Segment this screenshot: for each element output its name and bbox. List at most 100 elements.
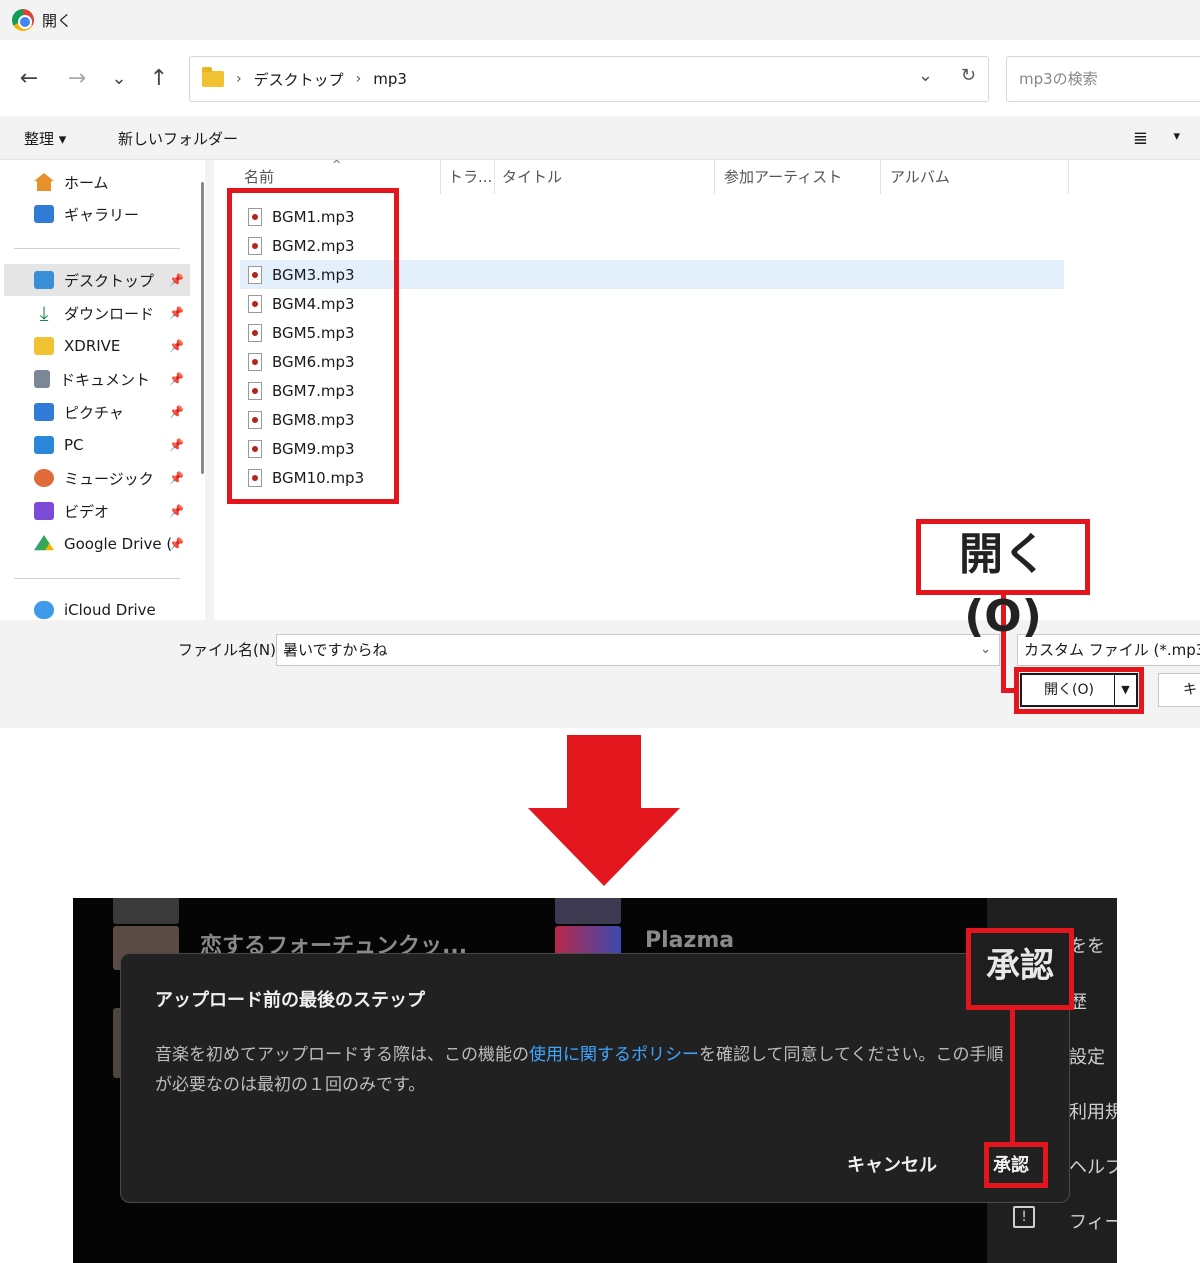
sidebar-item-label: Google Drive (	[64, 535, 173, 553]
sidebar-item-pc[interactable]: PC 📌	[0, 429, 190, 461]
sidebar-divider	[14, 248, 180, 249]
sidebar-item-label: デスクトップ	[64, 271, 155, 290]
pin-icon[interactable]: 📌	[169, 537, 184, 551]
dialog-title: アップロード前の最後のステップ	[155, 990, 425, 1011]
search-input[interactable]: mp3の検索	[1006, 56, 1200, 102]
folder-icon	[202, 67, 224, 87]
callout-connector-line	[1010, 1010, 1015, 1144]
screenshot-root: 開く ← → ⌄ ↑ › デスクトップ › mp3 ⌄ ↻ mp3の検索 整理 …	[0, 0, 1200, 1263]
sidebar-item-label: ミュージック	[64, 469, 154, 488]
sidebar-item-label: ドキュメント	[60, 370, 151, 389]
filename-label: ファイル名(N):	[178, 641, 281, 659]
file-type-select[interactable]: カスタム ファイル (*.mp3;*.m	[1017, 634, 1200, 666]
sidebar-item-label: ホーム	[64, 173, 109, 192]
download-icon: ⤓	[39, 301, 49, 325]
sidebar-item-home[interactable]: ホーム	[0, 166, 190, 198]
up-arrow-icon[interactable]: ↑	[144, 64, 174, 94]
sidebar-item-google-drive[interactable]: Google Drive ( 📌	[0, 528, 190, 560]
sidebar-item-gallery[interactable]: ギャラリー	[0, 198, 190, 230]
column-divider	[1068, 160, 1069, 194]
menu-item-feedback[interactable]: フィー	[1069, 1208, 1117, 1234]
view-list-icon[interactable]: ≣	[1133, 128, 1148, 149]
menu-item[interactable]: をを	[1069, 932, 1105, 958]
recent-locations-chevron-icon[interactable]: ⌄	[104, 64, 134, 94]
down-arrow-icon	[567, 735, 641, 810]
sidebar-item-music[interactable]: ミュージック 📌	[0, 462, 190, 494]
pin-icon[interactable]: 📌	[169, 471, 184, 485]
pin-icon[interactable]: 📌	[169, 306, 184, 320]
dialog-body-text: 音楽を初めてアップロードする際は、この機能の	[155, 1045, 529, 1065]
breadcrumb-separator-icon: ›	[236, 71, 242, 87]
sidebar-item-label: ビデオ	[64, 502, 110, 521]
google-drive-icon	[34, 535, 54, 551]
sidebar-item-downloads[interactable]: ⤓ ダウンロード 📌	[0, 297, 190, 329]
organize-button[interactable]: 整理 ▾	[24, 128, 66, 149]
sidebar-item-label: iCloud Drive	[64, 601, 156, 619]
navigation-pane: ホーム ギャラリー デスクトップ 📌 ⤓ ダウンロード 📌 XDRIVE 📌 ド…	[0, 160, 205, 620]
back-arrow-icon[interactable]: ←	[14, 64, 44, 94]
pictures-icon	[34, 403, 54, 421]
gallery-icon	[34, 205, 54, 223]
menu-item-settings[interactable]: 設定	[1069, 1043, 1105, 1069]
file-list-highlight-box	[227, 188, 399, 504]
menu-item-terms[interactable]: 利用規	[1069, 1098, 1117, 1124]
sidebar-item-label: ピクチャ	[64, 403, 124, 422]
sidebar-item-xdrive[interactable]: XDRIVE 📌	[0, 330, 190, 362]
pin-icon[interactable]: 📌	[169, 273, 184, 287]
breadcrumb-mp3[interactable]: mp3	[373, 70, 407, 88]
document-icon	[34, 370, 50, 388]
column-header-title[interactable]: タイトル	[502, 166, 562, 187]
sidebar-item-pictures[interactable]: ピクチャ 📌	[0, 396, 190, 428]
open-callout-label: 開く(O)	[921, 524, 1085, 642]
window-title: 開く	[42, 11, 73, 30]
background-track-title[interactable]: Plazma	[645, 928, 734, 953]
pin-icon[interactable]: 📌	[169, 504, 184, 518]
cancel-button[interactable]: キャンセル	[847, 1151, 937, 1177]
album-thumbnail[interactable]	[113, 898, 179, 924]
sidebar-item-label: PC	[64, 436, 84, 454]
sidebar-item-documents[interactable]: ドキュメント 📌	[0, 363, 190, 395]
column-divider	[440, 160, 441, 194]
cancel-button[interactable]: キ	[1158, 673, 1200, 707]
forward-arrow-icon[interactable]: →	[62, 64, 92, 94]
dialog-body: 音楽を初めてアップロードする際は、この機能の使用に関するポリシーを確認して同意し…	[155, 1040, 1005, 1100]
open-button-highlight-box	[1014, 667, 1144, 714]
video-icon	[34, 502, 54, 520]
breadcrumb-desktop[interactable]: デスクトップ	[254, 69, 344, 90]
menu-item-help[interactable]: ヘルプ	[1069, 1153, 1117, 1179]
sidebar-scrollbar[interactable]	[201, 182, 204, 474]
column-header-track[interactable]: トラ...	[448, 166, 492, 187]
pin-icon[interactable]: 📌	[169, 405, 184, 419]
callout-connector-line	[1001, 688, 1019, 693]
title-bar: 開く	[0, 0, 1200, 40]
pin-icon[interactable]: 📌	[169, 372, 184, 386]
accept-button-highlight-box	[984, 1142, 1048, 1188]
sidebar-item-label: ダウンロード	[64, 304, 155, 323]
new-folder-button[interactable]: 新しいフォルダー	[118, 128, 238, 149]
filename-input[interactable]: 暑いですからね ⌄	[276, 634, 1000, 666]
sort-ascending-icon: ^	[332, 158, 342, 171]
refresh-icon[interactable]: ↻	[961, 65, 976, 86]
chrome-icon	[12, 9, 34, 31]
feedback-icon[interactable]: !	[1013, 1206, 1035, 1228]
folder-icon	[34, 337, 54, 355]
column-divider	[880, 160, 881, 194]
policy-link[interactable]: 使用に関するポリシー	[529, 1045, 699, 1065]
column-divider	[714, 160, 715, 194]
breadcrumb-separator-icon: ›	[355, 71, 362, 87]
view-menu-chevron-icon[interactable]: ▾	[1173, 129, 1180, 144]
sidebar-item-videos[interactable]: ビデオ 📌	[0, 495, 190, 527]
column-divider	[494, 160, 495, 194]
column-header-album[interactable]: アルバム	[890, 166, 950, 187]
sidebar-divider	[14, 578, 180, 579]
address-bar[interactable]: › デスクトップ › mp3 ⌄ ↻	[189, 56, 989, 102]
sidebar-item-desktop[interactable]: デスクトップ 📌	[4, 264, 190, 296]
pin-icon[interactable]: 📌	[169, 339, 184, 353]
column-header-name[interactable]: 名前	[244, 166, 274, 187]
icloud-icon	[34, 601, 54, 619]
album-thumbnail[interactable]	[555, 898, 621, 924]
filename-value: 暑いですからね	[283, 641, 388, 659]
column-header-artist[interactable]: 参加アーティスト	[724, 166, 842, 187]
address-history-chevron-icon[interactable]: ⌄	[918, 65, 933, 86]
pin-icon[interactable]: 📌	[169, 438, 184, 452]
